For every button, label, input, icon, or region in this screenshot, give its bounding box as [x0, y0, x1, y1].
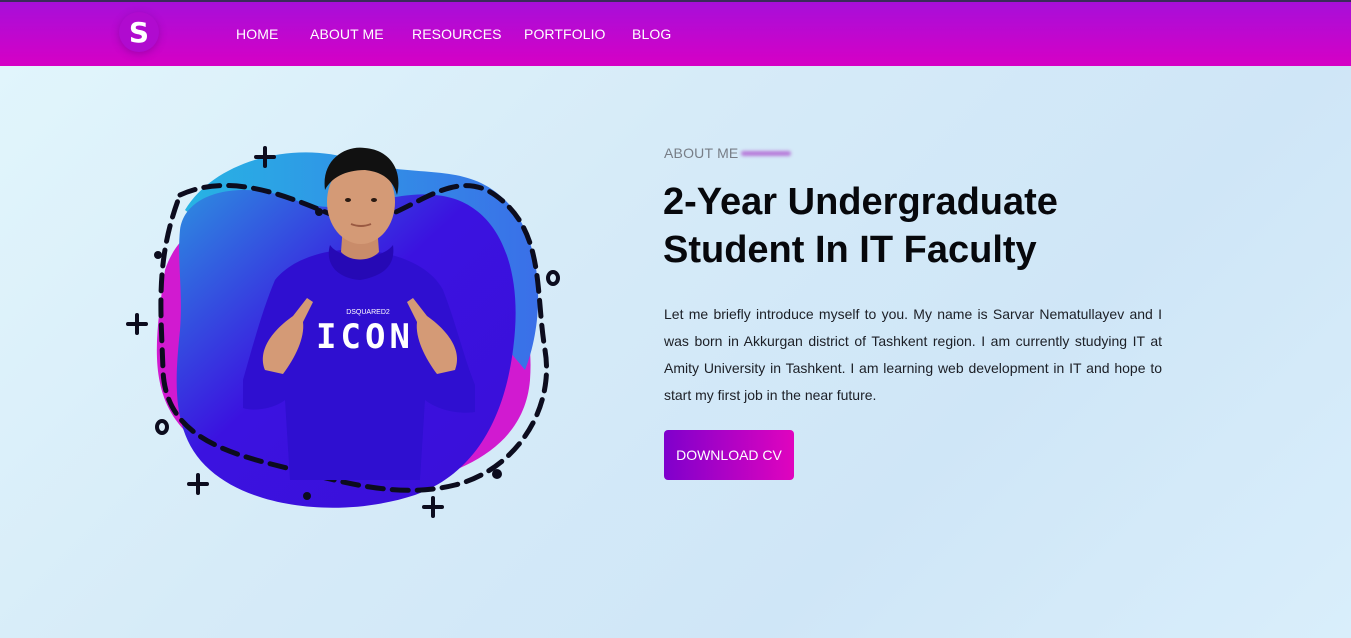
- navbar: S HOME ABOUT ME RESOURCES PORTFOLIO BLOG: [0, 2, 1351, 66]
- shirt-big-text: ICON: [316, 317, 414, 357]
- intro-paragraph: Let me briefly introduce myself to you. …: [664, 306, 1162, 403]
- download-cv-label: DOWNLOAD CV: [676, 447, 782, 463]
- nav-home[interactable]: HOME: [236, 26, 278, 42]
- logo-letter: S: [128, 15, 150, 49]
- nav-portfolio[interactable]: PORTFOLIO: [524, 26, 606, 42]
- nav-blog[interactable]: BLOG: [632, 26, 671, 42]
- hero-portrait-illustration: DSQUARED2 ICON: [126, 146, 560, 518]
- nav-resources[interactable]: RESOURCES: [412, 26, 502, 42]
- eyebrow-underline: [741, 151, 791, 156]
- logo[interactable]: S: [119, 12, 159, 52]
- section-eyebrow: ABOUT ME: [664, 145, 739, 161]
- headline-line-2: Student In IT Faculty: [663, 229, 1037, 271]
- page-title: 2-Year Undergraduate Student In IT Facul…: [663, 178, 1183, 274]
- headline-line-1: 2-Year Undergraduate: [663, 181, 1058, 223]
- download-cv-button[interactable]: DOWNLOAD CV: [664, 430, 794, 480]
- nav-about-me[interactable]: ABOUT ME: [310, 26, 384, 42]
- shirt-small-text: DSQUARED2: [346, 309, 390, 316]
